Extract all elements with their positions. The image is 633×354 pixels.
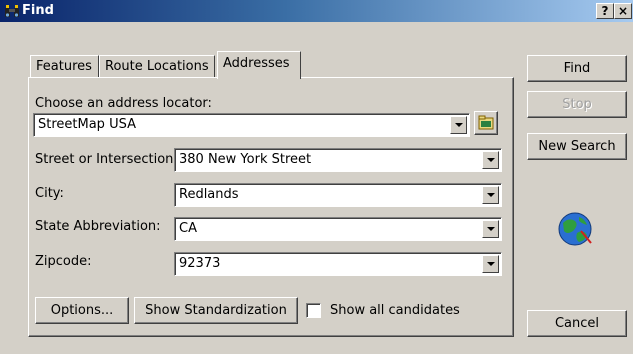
zip-label: Zipcode: (35, 254, 92, 269)
locator-combo[interactable]: StreetMap USA (33, 113, 470, 137)
show-all-candidates-checkbox[interactable] (306, 303, 321, 318)
help-button[interactable]: ? (596, 3, 614, 19)
tab-addresses[interactable]: Addresses (217, 51, 301, 79)
tab-features[interactable]: Features (30, 55, 99, 77)
street-combo[interactable]: 380 New York Street (174, 148, 502, 172)
cancel-button[interactable]: Cancel (527, 310, 627, 337)
binoculars-icon (5, 5, 19, 17)
show-standardization-button[interactable]: Show Standardization (134, 297, 298, 324)
zip-combo[interactable]: 92373 (174, 252, 502, 276)
state-value: CA (179, 221, 197, 236)
city-combo[interactable]: Redlands (174, 183, 502, 207)
city-label: City: (35, 186, 64, 201)
chevron-down-icon[interactable] (482, 186, 499, 204)
folder-icon (478, 115, 494, 130)
globe-icon (558, 212, 592, 246)
chevron-down-icon[interactable] (482, 151, 499, 169)
state-combo[interactable]: CA (174, 217, 502, 241)
street-value: 380 New York Street (179, 152, 312, 167)
street-label: Street or Intersection: (35, 152, 178, 167)
locator-properties-button[interactable] (474, 111, 498, 135)
title-bar: Find ? × (0, 0, 633, 22)
chevron-down-icon[interactable] (482, 220, 499, 238)
window-title: Find (22, 3, 54, 18)
show-all-candidates-label[interactable]: Show all candidates (330, 303, 460, 318)
find-button[interactable]: Find (527, 55, 627, 82)
close-button[interactable]: × (614, 3, 632, 19)
locator-value: StreetMap USA (38, 117, 136, 132)
options-button[interactable]: Options... (35, 297, 129, 324)
new-search-button[interactable]: New Search (527, 133, 627, 160)
tab-route-locations[interactable]: Route Locations (99, 55, 215, 77)
city-value: Redlands (179, 187, 239, 202)
stop-button[interactable]: Stop (527, 91, 627, 118)
state-label: State Abbreviation: (35, 219, 161, 234)
locator-label: Choose an address locator: (35, 96, 212, 111)
zip-value: 92373 (179, 256, 221, 271)
chevron-down-icon[interactable] (450, 116, 467, 134)
chevron-down-icon[interactable] (482, 255, 499, 273)
